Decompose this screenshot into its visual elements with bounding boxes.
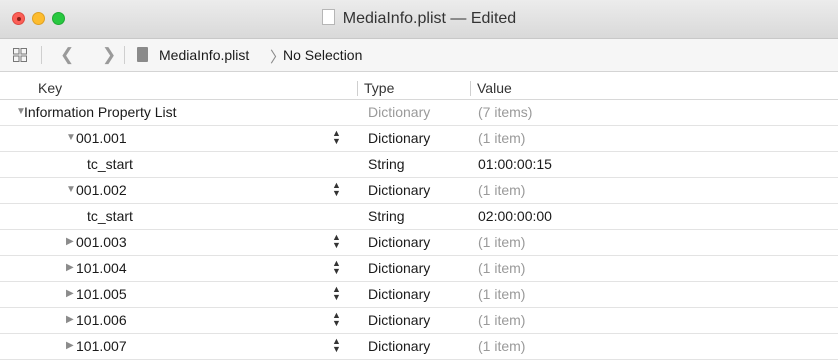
row-type[interactable]: Dictionary: [368, 182, 430, 198]
row-type[interactable]: Dictionary: [368, 104, 430, 120]
column-header: Key Type Value: [0, 79, 838, 100]
row-type[interactable]: Dictionary: [368, 286, 430, 302]
row-key[interactable]: Information Property List: [24, 104, 177, 120]
row-key[interactable]: 101.007: [76, 338, 127, 354]
row-type[interactable]: Dictionary: [368, 338, 430, 354]
row-value[interactable]: 02:00:00:00: [478, 208, 552, 224]
row-key[interactable]: tc_start: [87, 156, 133, 172]
row-key[interactable]: tc_start: [87, 208, 133, 224]
column-divider[interactable]: [470, 81, 471, 96]
row-type[interactable]: Dictionary: [368, 312, 430, 328]
row-value: (1 item): [478, 182, 526, 198]
table-row[interactable]: ▶ 101.004 ▲ ▼ Dictionary (1 item): [0, 256, 838, 282]
type-popup-stepper-icon[interactable]: ▲ ▼: [332, 259, 341, 276]
document-icon[interactable]: [321, 9, 335, 25]
related-items-icon[interactable]: [13, 48, 27, 62]
window-title: MediaInfo.plist — Edited: [0, 9, 838, 28]
row-value[interactable]: 01:00:00:15: [478, 156, 552, 172]
row-value: (1 item): [478, 312, 526, 328]
disclosure-collapsed-icon[interactable]: ▶: [66, 236, 74, 247]
row-key[interactable]: 101.005: [76, 286, 127, 302]
column-divider[interactable]: [357, 81, 358, 96]
table-row[interactable]: ▼ Information Property List Dictionary (7 i…: [0, 100, 838, 126]
type-popup-stepper-icon[interactable]: ▲ ▼: [332, 181, 341, 198]
row-key[interactable]: 101.004: [76, 260, 127, 276]
file-icon: [137, 47, 148, 62]
table-row[interactable]: tc_start String 01:00:00:15: [0, 152, 838, 178]
row-key[interactable]: 001.003: [76, 234, 127, 250]
row-value: (1 item): [478, 260, 526, 276]
type-popup-stepper-icon[interactable]: ▲ ▼: [332, 129, 341, 146]
row-value: (1 item): [478, 130, 526, 146]
forward-arrow-icon[interactable]: ❯: [102, 45, 116, 65]
row-value: (7 items): [478, 104, 533, 120]
table-row[interactable]: tc_start String 02:00:00:00: [0, 204, 838, 230]
plist-outline: ▼ Information Property List Dictionary (7 i…: [0, 100, 838, 360]
row-type[interactable]: String: [368, 208, 405, 224]
type-popup-stepper-icon[interactable]: ▲ ▼: [332, 233, 341, 250]
row-type[interactable]: Dictionary: [368, 260, 430, 276]
column-header-type[interactable]: Type: [364, 80, 394, 96]
row-key[interactable]: 001.002: [76, 182, 127, 198]
breadcrumb-file[interactable]: MediaInfo.plist: [159, 47, 249, 63]
row-type[interactable]: Dictionary: [368, 130, 430, 146]
type-popup-stepper-icon[interactable]: ▲ ▼: [332, 285, 341, 302]
breadcrumb-selection[interactable]: No Selection: [283, 47, 362, 63]
table-row[interactable]: ▶ 101.006 ▲ ▼ Dictionary (1 item): [0, 308, 838, 334]
type-popup-stepper-icon[interactable]: ▲ ▼: [332, 337, 341, 354]
table-row[interactable]: ▼ 001.001 ▲ ▼ Dictionary (1 item): [0, 126, 838, 152]
column-header-value[interactable]: Value: [477, 80, 512, 96]
disclosure-collapsed-icon[interactable]: ▶: [66, 340, 74, 351]
jumpbar-divider: [124, 46, 125, 64]
title-bar: MediaInfo.plist — Edited: [0, 0, 838, 39]
row-value: (1 item): [478, 234, 526, 250]
row-type[interactable]: String: [368, 156, 405, 172]
window-title-text: MediaInfo.plist — Edited: [342, 10, 517, 27]
disclosure-collapsed-icon[interactable]: ▶: [66, 288, 74, 299]
column-header-key[interactable]: Key: [38, 80, 62, 96]
row-key[interactable]: 101.006: [76, 312, 127, 328]
disclosure-expanded-icon[interactable]: ▼: [66, 132, 76, 143]
jumpbar-divider: [41, 46, 42, 64]
row-type[interactable]: Dictionary: [368, 234, 430, 250]
jump-bar: ❮ ❯ MediaInfo.plist 〉 No Selection: [0, 39, 838, 72]
back-arrow-icon[interactable]: ❮: [60, 45, 74, 65]
type-popup-stepper-icon[interactable]: ▲ ▼: [332, 311, 341, 328]
row-key[interactable]: 001.001: [76, 130, 127, 146]
table-row[interactable]: ▼ 001.002 ▲ ▼ Dictionary (1 item): [0, 178, 838, 204]
row-value: (1 item): [478, 286, 526, 302]
table-row[interactable]: ▶ 001.003 ▲ ▼ Dictionary (1 item): [0, 230, 838, 256]
row-value: (1 item): [478, 338, 526, 354]
table-row[interactable]: ▶ 101.005 ▲ ▼ Dictionary (1 item): [0, 282, 838, 308]
disclosure-expanded-icon[interactable]: ▼: [66, 184, 76, 195]
disclosure-collapsed-icon[interactable]: ▶: [66, 262, 74, 273]
table-row[interactable]: ▶ 101.007 ▲ ▼ Dictionary (1 item): [0, 334, 838, 360]
disclosure-collapsed-icon[interactable]: ▶: [66, 314, 74, 325]
